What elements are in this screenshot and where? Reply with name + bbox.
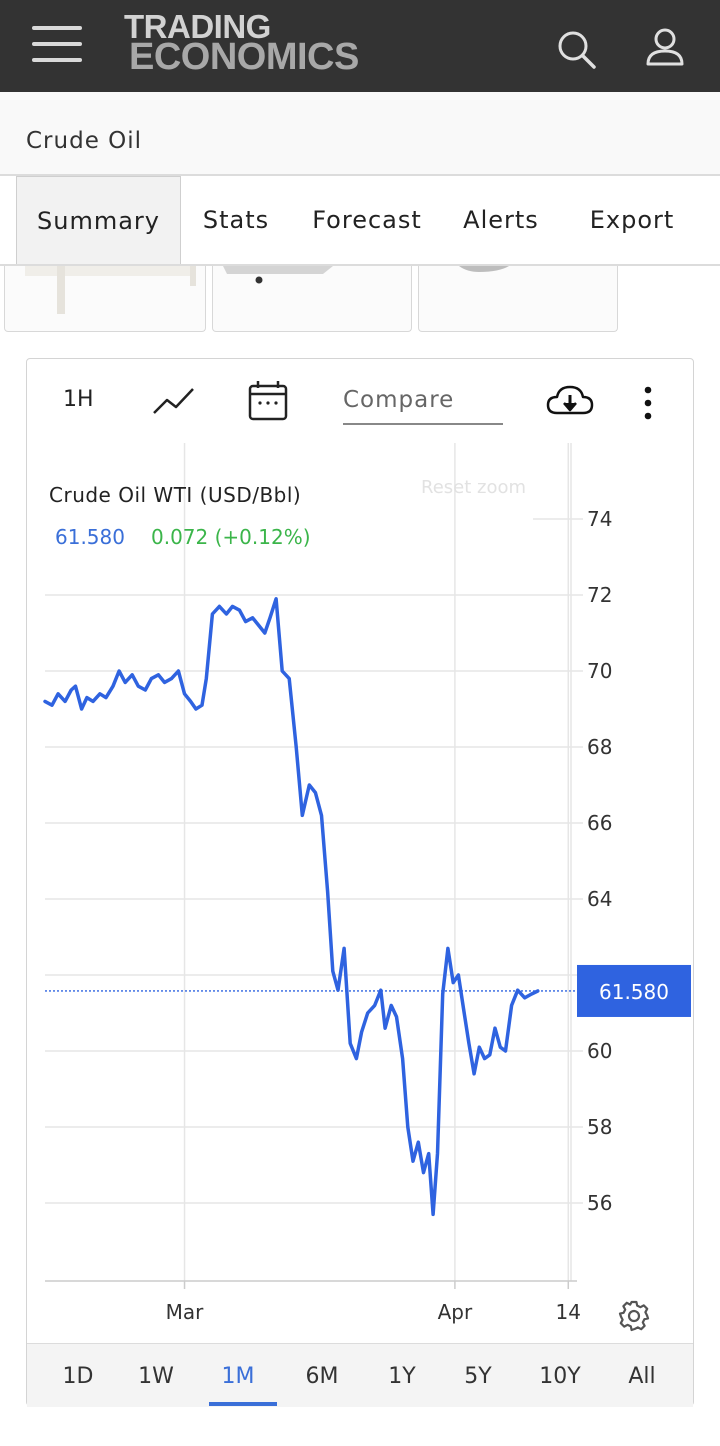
range-6m[interactable]: 6M: [291, 1344, 353, 1406]
range-1m[interactable]: 1M: [207, 1344, 269, 1406]
chart-grid: [45, 443, 583, 1281]
y-tick-label: 64: [587, 887, 612, 911]
title-bar: Crude Oil: [0, 92, 720, 176]
price-chart[interactable]: 56 58 60 64 66 68 70 72 74 Mar Apr 14 61.580: [27, 443, 695, 1353]
range-10y[interactable]: 10Y: [529, 1344, 591, 1406]
range-selector: 1D 1W 1M 6M 1Y 5Y 10Y All: [27, 1343, 693, 1407]
y-tick-label: 70: [587, 659, 612, 683]
y-tick-label: 72: [587, 583, 612, 607]
calendar-icon[interactable]: [247, 379, 291, 423]
user-icon[interactable]: [644, 26, 686, 68]
gear-icon[interactable]: [617, 1299, 651, 1333]
tab-export[interactable]: Export: [572, 176, 692, 264]
last-value: 61.580: [55, 525, 125, 549]
range-1w[interactable]: 1W: [125, 1344, 187, 1406]
price-tag-label: 61.580: [599, 980, 669, 1004]
price-line: [43, 597, 540, 1217]
range-all[interactable]: All: [611, 1344, 673, 1406]
related-card[interactable]: [418, 266, 618, 332]
section-tabs: Summary Stats Forecast Alerts Export: [0, 176, 720, 266]
interval-button[interactable]: 1H: [63, 387, 94, 412]
compare-input[interactable]: Compare: [343, 387, 503, 425]
range-1d[interactable]: 1D: [47, 1344, 109, 1406]
chart-panel: 1H Compare 56 58 60 64 66 68 70 72 74 Mar Apr 14 61…: [26, 358, 695, 1407]
x-tick-label: 14: [556, 1300, 581, 1324]
chart-price-tag-layer: 61.580: [577, 964, 691, 1017]
related-card[interactable]: [4, 266, 206, 332]
range-5y[interactable]: 5Y: [447, 1344, 509, 1406]
x-tick-label: Apr: [438, 1300, 473, 1324]
logo[interactable]: TRADING ECONOMICS: [124, 10, 359, 78]
top-bar: TRADING ECONOMICS: [0, 0, 720, 92]
related-cards-row: [0, 266, 720, 336]
range-1y[interactable]: 1Y: [371, 1344, 433, 1406]
change-value: 0.072 (+0.12%): [151, 525, 311, 549]
y-tick-label: 60: [587, 1039, 612, 1063]
range-active-indicator: [209, 1402, 277, 1406]
card-image: [459, 266, 509, 272]
cloud-download-icon[interactable]: [545, 383, 595, 419]
tab-summary[interactable]: Summary: [16, 176, 181, 264]
y-tick-label: 58: [587, 1115, 612, 1139]
card-image: [25, 266, 196, 314]
line-chart-icon[interactable]: [151, 383, 197, 419]
related-card[interactable]: [212, 266, 412, 332]
tab-forecast[interactable]: Forecast: [300, 176, 434, 264]
logo-line2: ECONOMICS: [129, 36, 359, 78]
series-name: Crude Oil WTI (USD/Bbl): [49, 483, 302, 507]
tab-stats[interactable]: Stats: [186, 176, 286, 264]
y-tick-label: 66: [587, 811, 612, 835]
x-tick-label: Mar: [166, 1300, 205, 1324]
y-tick-label: 74: [587, 507, 612, 531]
hamburger-icon[interactable]: [32, 24, 82, 64]
y-tick-label: 68: [587, 735, 612, 759]
y-tick-label: 56: [587, 1191, 612, 1215]
chart-series: [43, 597, 579, 1217]
reset-zoom-button[interactable]: Reset zoom: [421, 477, 526, 498]
card-image: [223, 266, 333, 284]
more-vertical-icon[interactable]: [641, 385, 655, 421]
page-title: Crude Oil: [26, 128, 143, 154]
search-icon[interactable]: [555, 28, 597, 70]
tab-alerts[interactable]: Alerts: [450, 176, 552, 264]
